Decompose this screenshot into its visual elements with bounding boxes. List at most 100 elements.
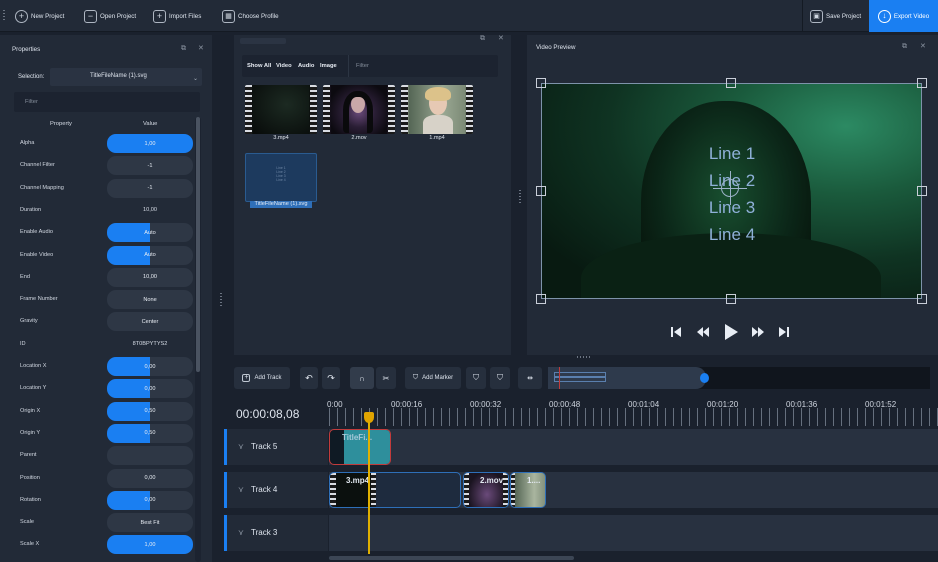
timeline-overview[interactable] xyxy=(548,367,930,389)
property-value-slider[interactable]: None xyxy=(107,290,193,310)
file-thumbnail-1mp4[interactable] xyxy=(401,85,473,134)
file-name-label: 2.mov xyxy=(351,135,367,141)
fast-forward-icon[interactable] xyxy=(751,326,765,338)
selection-dropdown[interactable]: TitleFileName (1).svg ⌄ xyxy=(50,68,202,86)
skip-end-icon[interactable] xyxy=(777,325,791,339)
collapse-chevron-icon[interactable]: ⋎ xyxy=(238,442,244,451)
splitter-handle[interactable] xyxy=(577,356,591,358)
track-header-3[interactable]: ⋎ Track 3 xyxy=(224,515,328,551)
redo-button[interactable]: ↷ xyxy=(322,367,340,389)
property-value-slider[interactable]: Best Fit xyxy=(107,513,193,533)
property-value-slider[interactable]: 0,00 xyxy=(107,468,193,488)
transform-handle-bc[interactable] xyxy=(726,294,736,304)
property-name: Scale X xyxy=(20,541,40,548)
file-name-label: TitleFileName (1).svg xyxy=(254,201,308,207)
snap-toggle[interactable]: ∩ xyxy=(350,367,374,389)
close-panel-icon[interactable]: ✕ xyxy=(498,35,504,42)
tab-show-all[interactable]: Show All xyxy=(247,63,271,69)
float-panel-icon[interactable]: ⧉ xyxy=(902,43,907,50)
play-icon[interactable] xyxy=(723,323,739,341)
tab-image[interactable]: Image xyxy=(320,63,337,69)
rewind-icon[interactable] xyxy=(696,326,710,338)
center-playhead-button[interactable]: ⇹ xyxy=(518,367,542,389)
property-value-slider[interactable]: -1 xyxy=(107,178,193,198)
timeline-scrollbar-thumb[interactable] xyxy=(329,556,574,560)
collapse-chevron-icon[interactable]: ⋎ xyxy=(238,485,244,494)
import-files-button[interactable]: + Import Files xyxy=(153,8,201,24)
next-marker-button[interactable]: ⛉ xyxy=(490,367,510,389)
file-thumbnail-title-svg[interactable]: Line 1 Line 2 Line 3 Line 4 xyxy=(245,153,317,202)
transform-bounding-box[interactable] xyxy=(541,83,922,299)
properties-filter-input[interactable]: Filter xyxy=(14,92,200,112)
timeline-scrollbar[interactable] xyxy=(329,554,938,562)
export-video-button[interactable]: ↓ Export Video xyxy=(869,0,938,32)
property-name: ID xyxy=(20,340,26,347)
timeline-clip-title[interactable]: TitleFi... xyxy=(329,429,391,465)
properties-scrollbar-thumb[interactable] xyxy=(196,117,200,372)
property-value-slider[interactable]: 0,50 xyxy=(107,401,193,421)
timeline-clip-1mp4[interactable]: 1.... xyxy=(510,472,546,508)
add-track-button[interactable]: + Add Track xyxy=(234,367,290,389)
properties-panel: Properties ⧉ ✕ Selection: TitleFileName … xyxy=(0,35,212,562)
property-value-slider[interactable]: Auto xyxy=(107,223,193,243)
overview-handle-right[interactable] xyxy=(700,373,709,383)
file-thumbnail-2mov[interactable] xyxy=(323,85,395,134)
properties-table-header: Property Value xyxy=(14,119,200,131)
new-project-button[interactable]: + New Project xyxy=(15,8,64,24)
property-value-text: Center xyxy=(141,318,159,325)
property-value-text: 10,00 xyxy=(143,274,157,281)
undo-icon: ↶ xyxy=(305,372,313,383)
property-value-slider[interactable]: 0,50 xyxy=(107,423,193,443)
splitter-handle[interactable] xyxy=(519,190,521,204)
timeline-clip-2mov[interactable]: 2.mov xyxy=(463,472,509,508)
previous-marker-button[interactable]: ⛉ xyxy=(466,367,486,389)
float-panel-icon[interactable]: ⧉ xyxy=(181,45,186,52)
property-value-slider[interactable]: 0,00 xyxy=(107,379,193,399)
transform-handle-tl[interactable] xyxy=(536,78,546,88)
undo-button[interactable]: ↶ xyxy=(300,367,318,389)
property-value-slider[interactable]: -1 xyxy=(107,156,193,176)
track-lane-3[interactable] xyxy=(329,515,938,551)
track-lane-5[interactable] xyxy=(329,429,938,465)
open-project-button[interactable]: − Open Project xyxy=(84,8,136,24)
property-name: Position xyxy=(20,474,40,481)
track-header-5[interactable]: ⋎ Track 5 xyxy=(224,429,328,465)
property-value-slider[interactable]: 1,00 xyxy=(107,134,193,153)
property-value-slider[interactable]: 0,00 xyxy=(107,357,193,376)
transform-handle-br[interactable] xyxy=(917,294,927,304)
ruler-label: 00:01:20 xyxy=(707,400,739,409)
property-value-slider[interactable]: 10,00 xyxy=(107,267,193,287)
property-row: Origin Y 0,50 xyxy=(14,423,198,443)
close-panel-icon[interactable]: ✕ xyxy=(198,45,204,52)
transform-handle-mr[interactable] xyxy=(917,186,927,196)
property-value-text: -1 xyxy=(147,162,153,169)
float-panel-icon[interactable]: ⧉ xyxy=(480,35,485,42)
timeline-clip-3mp4[interactable]: 3.mp4 xyxy=(329,472,461,508)
transform-handle-tr[interactable] xyxy=(917,78,927,88)
tab-audio[interactable]: Audio xyxy=(298,63,314,69)
property-value-slider[interactable]: Center xyxy=(107,312,193,332)
tab-video[interactable]: Video xyxy=(276,63,292,69)
transform-handle-ml[interactable] xyxy=(536,186,546,196)
close-panel-icon[interactable]: ✕ xyxy=(920,43,926,50)
file-thumbnail-3mp4[interactable] xyxy=(245,85,317,134)
save-project-button[interactable]: ▣ Save Project xyxy=(810,8,861,24)
file-filter-input[interactable]: Filter xyxy=(348,55,498,77)
property-value-slider[interactable]: 0,00 xyxy=(107,490,193,510)
property-value-text: 0,00 xyxy=(144,497,156,504)
splitter-handle[interactable] xyxy=(220,293,222,307)
choose-profile-button[interactable]: ▦ Choose Profile xyxy=(222,8,279,24)
add-marker-button[interactable]: ⛉ Add Marker xyxy=(405,367,461,389)
ruler-label: 00:01:52 xyxy=(865,400,897,409)
properties-scrollbar[interactable] xyxy=(195,117,201,562)
collapse-chevron-icon[interactable]: ⋎ xyxy=(238,528,244,537)
transform-handle-bl[interactable] xyxy=(536,294,546,304)
transform-handle-tc[interactable] xyxy=(726,78,736,88)
skip-start-icon[interactable] xyxy=(669,325,683,339)
property-row: Origin X 0,50 xyxy=(14,401,198,421)
property-value-slider[interactable]: Auto xyxy=(107,245,193,265)
property-value-slider[interactable]: 1,00 xyxy=(107,535,193,555)
razor-tool-button[interactable]: ✂ xyxy=(376,367,396,389)
track-header-4[interactable]: ⋎ Track 4 xyxy=(224,472,328,508)
property-value-slider[interactable] xyxy=(107,446,193,466)
